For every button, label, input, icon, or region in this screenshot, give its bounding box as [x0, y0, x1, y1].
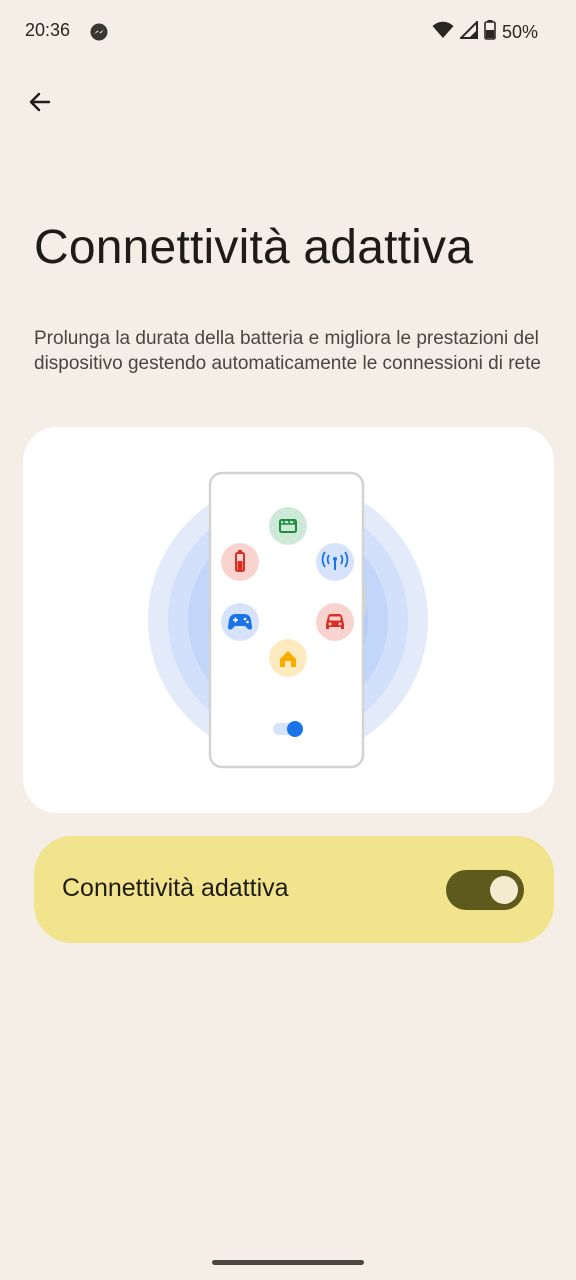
car-icon — [316, 603, 354, 641]
arrow-back-icon — [29, 92, 51, 112]
toggle-label: Connettività adattiva — [62, 874, 289, 902]
video-icon — [269, 507, 307, 545]
cell-signal-icon — [458, 19, 478, 44]
adaptive-connectivity-illustration — [148, 471, 428, 769]
illustration-card — [23, 427, 554, 813]
switch-thumb — [490, 876, 518, 904]
gesture-nav-handle[interactable] — [212, 1260, 364, 1265]
messenger-icon — [89, 22, 109, 42]
antenna-icon — [316, 543, 354, 581]
battery-percent: 50% — [501, 21, 538, 42]
battery-icon — [221, 543, 259, 581]
back-button[interactable] — [22, 84, 58, 120]
battery-icon — [484, 19, 496, 45]
status-time: 20:36 — [25, 20, 71, 40]
wifi-icon — [432, 21, 454, 44]
mini-toggle-icon — [273, 721, 303, 737]
page-description: Prolunga la durata della batteria e migl… — [34, 328, 541, 374]
status-bar: 20:36 50% — [0, 0, 576, 64]
adaptive-connectivity-switch[interactable] — [446, 870, 524, 910]
gamepad-icon — [221, 603, 259, 641]
home-icon — [269, 639, 307, 677]
status-right: 50% — [432, 19, 538, 45]
adaptive-connectivity-toggle-row[interactable]: Connettività adattiva — [34, 836, 554, 943]
page-title: Connettività adattiva — [34, 221, 474, 274]
